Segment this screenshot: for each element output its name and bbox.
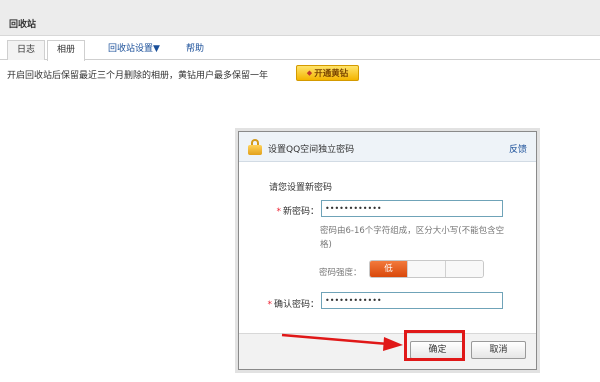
strength-level-low: 低 (370, 261, 408, 277)
window-title-bar: 回收站 (0, 0, 600, 36)
tab-help[interactable]: 帮助 (178, 40, 212, 60)
recycle-notice-text: 开启回收站后保留最近三个月删除的相册，黄钻用户最多保留一年 (7, 71, 269, 81)
strength-level-high (446, 261, 483, 277)
required-star: * (267, 300, 272, 310)
required-star: * (276, 207, 281, 217)
password-hint: 密码由6-16个字符组成，区分大小写(不能包含空格) (320, 226, 505, 250)
confirm-password-label: * 确认密码： (267, 300, 319, 310)
page-title: 回收站 (9, 20, 37, 30)
open-vip-label: 开通黄钻 (314, 69, 349, 79)
pointer-arrow-icon (281, 333, 403, 351)
confirm-highlight-box (404, 330, 465, 361)
confirm-password-field[interactable] (321, 292, 503, 309)
diamond-icon: ◆ (306, 69, 313, 77)
open-vip-button[interactable]: ◆ 开通黄钻 (296, 65, 359, 81)
strength-level-medium (408, 261, 446, 277)
tab-bar: 日志 相册 回收站设置▼ 帮助 (0, 36, 600, 61)
dialog-title: 设置QQ空间独立密码 (268, 145, 355, 155)
new-password-field[interactable] (321, 200, 503, 217)
tab-log[interactable]: 日志 (7, 40, 45, 60)
dialog-header: 设置QQ空间独立密码 反馈 (239, 132, 536, 162)
feedback-link[interactable]: 反馈 (509, 142, 527, 155)
new-password-label: * 新密码： (276, 207, 319, 217)
password-strength-meter: 低 (369, 260, 484, 278)
set-password-prompt: 请您设置新密码 (269, 183, 333, 193)
password-strength-label: 密码强度： (319, 268, 362, 278)
cancel-button[interactable]: 取消 (471, 341, 526, 359)
tab-recycle-settings[interactable]: 回收站设置▼ (98, 40, 170, 60)
tab-album[interactable]: 相册 (47, 40, 85, 61)
lock-icon (248, 139, 262, 155)
